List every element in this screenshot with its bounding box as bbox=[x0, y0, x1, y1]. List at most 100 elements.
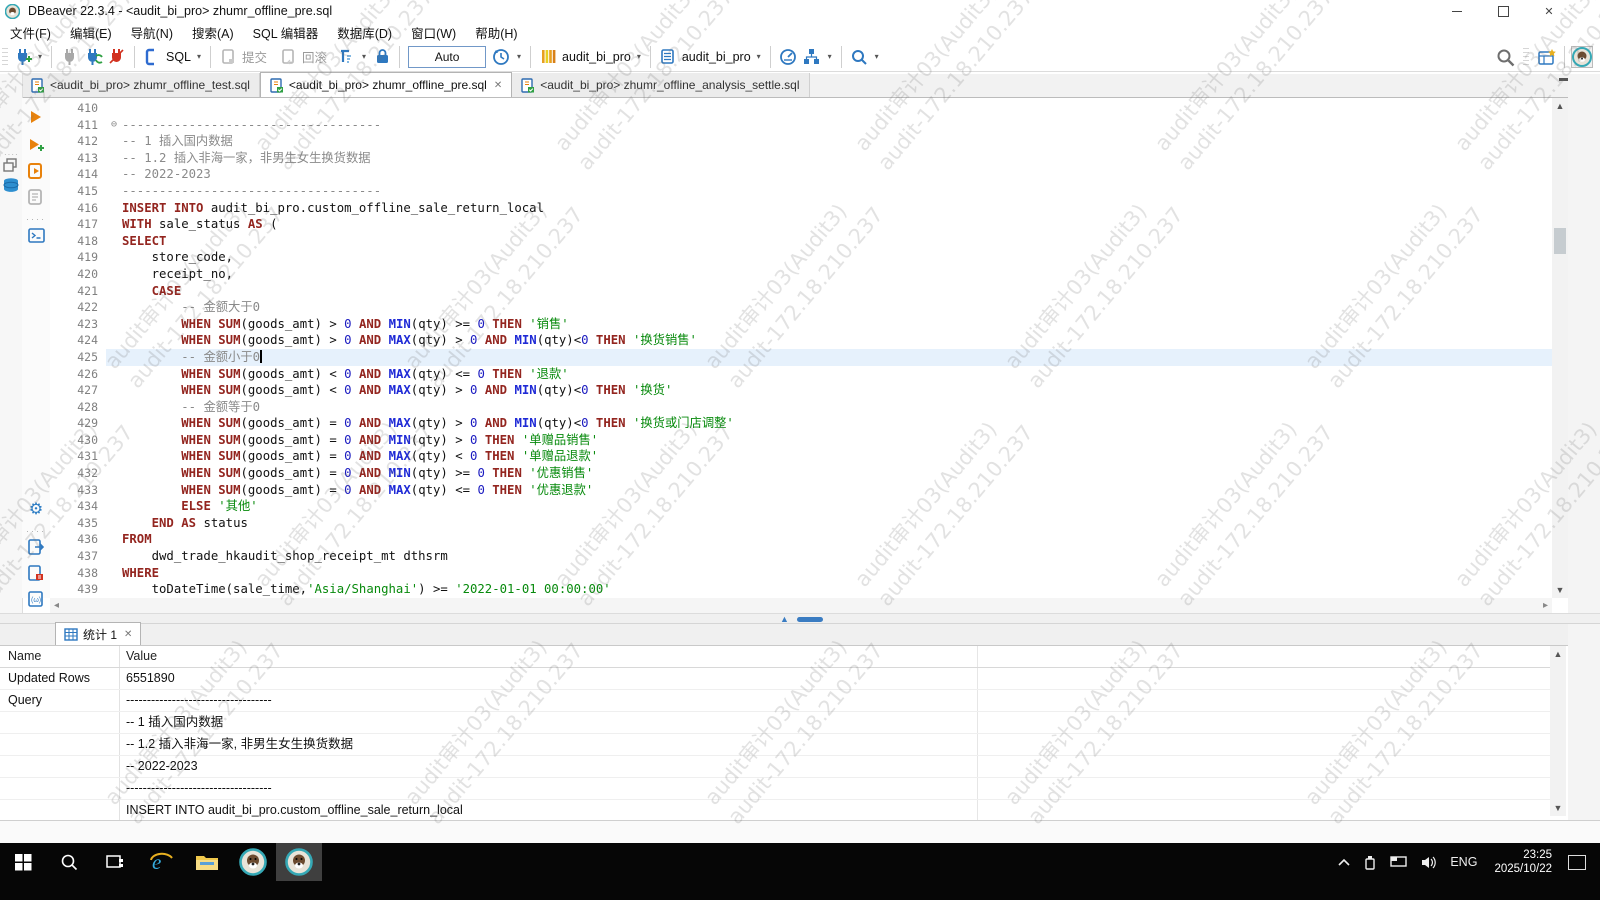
tab-close-icon[interactable]: ✕ bbox=[494, 80, 502, 91]
menu-item-6[interactable]: 窗口(W) bbox=[411, 23, 456, 42]
search-db-icon[interactable] bbox=[848, 46, 870, 68]
usb-tray-icon[interactable] bbox=[1364, 855, 1376, 870]
code-line-431[interactable]: 431 WHEN SUM(goods_amt) = 0 AND MAX(qty)… bbox=[50, 448, 1552, 465]
grid-vertical-scrollbar[interactable]: ▲ ▼ bbox=[1550, 646, 1566, 816]
grid-cell-name[interactable] bbox=[0, 756, 120, 777]
grid-cell-name[interactable] bbox=[0, 800, 120, 820]
grid-row-6[interactable]: INSERT INTO audit_bi_pro.custom_offline_… bbox=[0, 800, 1550, 820]
editor-scroll-thumb[interactable] bbox=[1554, 228, 1566, 254]
sql-editor-dropdown[interactable]: ▾ bbox=[193, 52, 205, 61]
code-line-424[interactable]: 424 WHEN SUM(goods_amt) > 0 AND MAX(qty)… bbox=[50, 332, 1552, 349]
editor-tab-2[interactable]: <audit_bi_pro> zhumr_offline_analysis_se… bbox=[512, 73, 809, 97]
new-connection-icon[interactable] bbox=[11, 46, 33, 68]
code-line-437[interactable]: 437 dwd_trade_hkaudit_shop_receipt_mt dt… bbox=[50, 548, 1552, 565]
code-line-434[interactable]: 434 ELSE '其他' bbox=[50, 498, 1552, 515]
grid-cell-value[interactable]: -- 2022-2023 bbox=[120, 756, 978, 777]
code-line-410[interactable]: 410 bbox=[50, 100, 1552, 117]
code-line-433[interactable]: 433 WHEN SUM(goods_amt) = 0 AND MAX(qty)… bbox=[50, 482, 1552, 499]
menu-item-3[interactable]: 搜索(A) bbox=[192, 23, 234, 42]
database-navigator-icon[interactable] bbox=[2, 177, 20, 199]
code-line-436[interactable]: 436FROM bbox=[50, 531, 1552, 548]
connection-select[interactable]: audit_bi_pro bbox=[562, 50, 631, 64]
grid-cell-value[interactable]: ----------------------------------- bbox=[120, 778, 978, 799]
minimize-button[interactable] bbox=[1434, 0, 1480, 22]
grid-cell-value[interactable]: -- 1 插入国内数据 bbox=[120, 712, 978, 733]
editor-tab-1[interactable]: <audit_bi_pro> zhumr_offline_pre.sql✕ bbox=[260, 72, 512, 97]
stats-tab-close-icon[interactable]: ✕ bbox=[124, 629, 132, 640]
code-line-421[interactable]: 421 CASE bbox=[50, 283, 1552, 300]
connection-select-dropdown[interactable]: ▾ bbox=[633, 52, 645, 61]
grid-row-0[interactable]: Updated Rows6551890 bbox=[0, 668, 1550, 690]
stats-tab[interactable]: 统计 1 ✕ bbox=[55, 622, 141, 645]
close-button[interactable]: ✕ bbox=[1526, 0, 1572, 22]
dbeaver-taskbar-icon[interactable] bbox=[230, 843, 276, 881]
column-header-name[interactable]: Name bbox=[0, 646, 120, 667]
lock-icon[interactable] bbox=[371, 46, 393, 68]
code-line-432[interactable]: 432 WHEN SUM(goods_amt) = 0 AND MIN(qty)… bbox=[50, 465, 1552, 482]
grid-cell-name[interactable]: Query bbox=[0, 690, 120, 711]
save-to-file-icon[interactable] bbox=[22, 562, 50, 584]
sql-editor-label[interactable]: SQL bbox=[166, 50, 191, 64]
code-line-416[interactable]: 416INSERT INTO audit_bi_pro.custom_offli… bbox=[50, 200, 1552, 217]
code-line-430[interactable]: 430 WHEN SUM(goods_amt) = 0 AND MIN(qty)… bbox=[50, 432, 1552, 449]
new-connection-dropdown[interactable]: ▾ bbox=[34, 52, 46, 61]
grid-cell-name[interactable] bbox=[0, 712, 120, 733]
search-db-dropdown[interactable]: ▾ bbox=[871, 52, 883, 61]
grid-cell-name[interactable] bbox=[0, 778, 120, 799]
splitter-grip[interactable]: ▲ bbox=[780, 615, 823, 623]
disconnect-icon[interactable] bbox=[106, 46, 128, 68]
code-line-427[interactable]: 427 WHEN SUM(goods_amt) < 0 AND MAX(qty)… bbox=[50, 382, 1552, 399]
scroll-up-icon[interactable]: ▲ bbox=[1550, 649, 1566, 659]
scroll-up-icon[interactable]: ▲ bbox=[1552, 101, 1568, 111]
grid-cell-value[interactable]: INSERT INTO audit_bi_pro.custom_offline_… bbox=[120, 800, 978, 820]
export-result-icon[interactable] bbox=[22, 536, 50, 558]
code-line-420[interactable]: 420 receipt_no, bbox=[50, 266, 1552, 283]
code-line-426[interactable]: 426 WHEN SUM(goods_amt) < 0 AND MAX(qty)… bbox=[50, 366, 1552, 383]
sql-code-editor[interactable]: 410411⊖---------------------------------… bbox=[50, 98, 1552, 598]
tx-mode-combo[interactable]: Auto bbox=[408, 46, 486, 68]
task-view-icon[interactable] bbox=[92, 843, 138, 881]
tx-history-dropdown[interactable]: ▾ bbox=[513, 52, 525, 61]
sql-editor-icon[interactable] bbox=[141, 46, 163, 68]
language-indicator[interactable]: ENG bbox=[1450, 855, 1477, 869]
quick-search-icon[interactable] bbox=[1494, 46, 1516, 68]
grid-row-4[interactable]: -- 2022-2023 bbox=[0, 756, 1550, 778]
scroll-down-icon[interactable]: ▼ bbox=[1552, 585, 1568, 595]
code-line-438[interactable]: 438WHERE bbox=[50, 565, 1552, 582]
action-center-icon[interactable] bbox=[1568, 855, 1586, 870]
maximize-button[interactable] bbox=[1480, 0, 1526, 22]
grid-row-3[interactable]: -- 1.2 插入非海一家, 非男生女生换货数据 bbox=[0, 734, 1550, 756]
tx-history-icon[interactable] bbox=[490, 46, 512, 68]
column-header-value[interactable]: Value bbox=[120, 646, 978, 667]
perspective-icon[interactable] bbox=[1536, 46, 1558, 68]
menu-item-1[interactable]: 编辑(E) bbox=[70, 23, 112, 42]
fold-collapse-icon[interactable]: ⊖ bbox=[106, 117, 122, 134]
hidden-icons-chevron[interactable] bbox=[1338, 858, 1350, 866]
scroll-left-icon[interactable]: ◂ bbox=[54, 600, 59, 611]
start-button[interactable] bbox=[0, 843, 46, 881]
code-line-414[interactable]: 414-- 2022-2023 bbox=[50, 166, 1552, 183]
menu-item-4[interactable]: SQL 编辑器 bbox=[253, 23, 319, 42]
menu-item-2[interactable]: 导航(N) bbox=[131, 23, 173, 42]
execute-new-tab-icon[interactable] bbox=[22, 134, 50, 156]
user-avatar[interactable] bbox=[1571, 46, 1593, 68]
taskbar-clock[interactable]: 23:25 2025/10/22 bbox=[1494, 848, 1552, 876]
code-line-413[interactable]: 413-- 1.2 插入非海一家，非男生女生换货数据 bbox=[50, 150, 1552, 167]
scroll-down-icon[interactable]: ▼ bbox=[1550, 803, 1566, 813]
grid-row-5[interactable]: ----------------------------------- bbox=[0, 778, 1550, 800]
menu-item-0[interactable]: 文件(F) bbox=[10, 23, 51, 42]
transaction-dropdown[interactable]: ▾ bbox=[358, 52, 370, 61]
grid-cell-value[interactable]: -- 1.2 插入非海一家, 非男生女生换货数据 bbox=[120, 734, 978, 755]
script-output-icon[interactable]: (ω) bbox=[22, 588, 50, 610]
execute-script-icon[interactable] bbox=[22, 160, 50, 182]
code-line-425[interactable]: 425 -- 金额小于0 bbox=[50, 349, 1552, 366]
network-topology-icon[interactable] bbox=[801, 46, 823, 68]
code-line-412[interactable]: 412-- 1 插入国内数据 bbox=[50, 133, 1552, 150]
network-dropdown[interactable]: ▾ bbox=[824, 52, 836, 61]
code-line-418[interactable]: 418SELECT bbox=[50, 233, 1552, 250]
code-line-439[interactable]: 439 toDateTime(sale_time,'Asia/Shanghai'… bbox=[50, 581, 1552, 598]
transaction-log-icon[interactable] bbox=[335, 46, 357, 68]
grid-cell-value[interactable]: ----------------------------------- bbox=[120, 690, 978, 711]
grid-cell-name[interactable] bbox=[0, 734, 120, 755]
code-line-417[interactable]: 417WITH sale_status AS ( bbox=[50, 216, 1552, 233]
